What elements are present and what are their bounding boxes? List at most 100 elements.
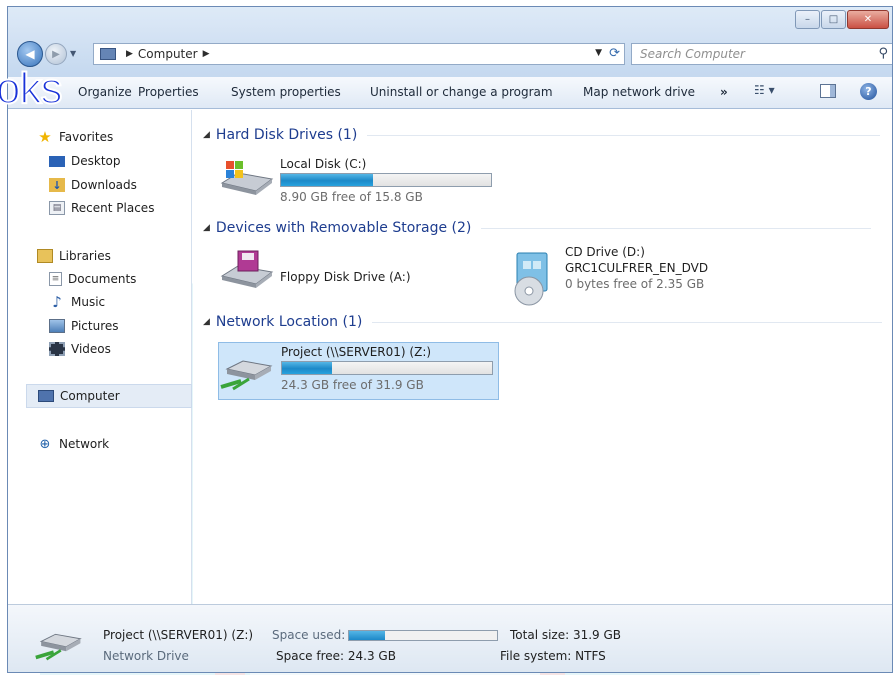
map-network-drive-button[interactable]: Map network drive	[583, 85, 695, 99]
group-hard-disk-drives[interactable]: ◢ Hard Disk Drives (1)	[203, 127, 881, 143]
properties-button[interactable]: Properties	[138, 85, 199, 99]
refresh-icon[interactable]: ⟳	[609, 46, 620, 61]
sidebar-item-label: Pictures	[71, 319, 119, 333]
search-placeholder: Search Computer	[640, 47, 745, 61]
drive-usage-fill	[281, 174, 374, 186]
sidebar-item-computer[interactable]: Computer	[26, 384, 192, 408]
drive-free-space: 8.90 GB free of 15.8 GB	[280, 190, 423, 204]
drive-c[interactable]: Local Disk (C:) 8.90 GB free of 15.8 GB	[218, 157, 508, 211]
group-network-location[interactable]: ◢ Network Location (1)	[203, 314, 883, 330]
navigation-pane: ★ Favorites Desktop ↓ Downloads ▤ Recent Pl…	[8, 110, 192, 604]
uninstall-button[interactable]: Uninstall or change a program	[370, 85, 553, 99]
cd-drive-icon	[514, 252, 548, 306]
drive-free-space: 0 bytes free of 2.35 GB	[565, 277, 705, 291]
computer-icon	[100, 48, 116, 60]
collapse-triangle-icon[interactable]: ◢	[203, 223, 210, 233]
music-icon: ♪	[52, 293, 62, 311]
sidebar-item-label: Favorites	[59, 130, 114, 144]
organize-button[interactable]: Organize	[78, 85, 132, 99]
floppy-drive-icon	[220, 250, 274, 288]
sidebar-item-label: Network	[59, 437, 110, 451]
details-type: Network Drive	[103, 649, 189, 663]
navigation-row: ◀ ▶ ▼ ▶ Computer ▶ ▼ ⟳ Search Computer ⚲	[13, 7, 892, 67]
documents-icon: ≡	[49, 272, 62, 286]
sidebar-item-label: Videos	[71, 342, 111, 356]
group-removable-storage[interactable]: ◢ Devices with Removable Storage (2)	[203, 220, 872, 236]
sidebar-item-documents[interactable]: ≡ Documents	[49, 272, 136, 286]
drive-name: Local Disk (C:)	[280, 157, 367, 171]
drive-z[interactable]: Project (\\SERVER01) (Z:) 24.3 GB free o…	[218, 342, 499, 400]
back-arrow-icon: ◀	[25, 47, 35, 61]
forward-button[interactable]: ▶	[45, 43, 67, 65]
drive-volume-label: GRC1CULFRER_EN_DVD	[565, 261, 709, 275]
libraries-icon	[37, 249, 53, 263]
star-icon: ★	[38, 128, 52, 146]
sidebar-item-network[interactable]: ⊕ Network	[37, 436, 110, 452]
drive-free-space: 24.3 GB free of 31.9 GB	[281, 378, 424, 392]
details-total-size: Total size: 31.9 GB	[510, 628, 622, 642]
network-drive-icon	[220, 360, 273, 391]
space-used-fill	[349, 631, 385, 640]
network-icon: ⊕	[39, 436, 51, 452]
group-header: Devices with Removable Storage (2)	[215, 220, 472, 236]
breadcrumb-chevron-icon[interactable]: ▶	[203, 49, 210, 59]
title-bar: – □ ✕ ◀ ▶ ▼ ▶ Computer ▶ ▼ ⟳ Search Comp…	[8, 7, 892, 77]
search-input[interactable]: Search Computer ⚲	[631, 43, 892, 65]
address-bar[interactable]: ▶ Computer ▶ ▼ ⟳	[93, 43, 625, 65]
sidebar-item-desktop[interactable]: Desktop	[49, 154, 121, 168]
details-space-used: Space used:	[272, 628, 499, 642]
drive-usage-fill	[282, 362, 333, 374]
sidebar-item-label: Documents	[68, 272, 137, 286]
sidebar-item-label: Computer	[60, 389, 120, 403]
sidebar-item-label: Music	[71, 295, 106, 309]
computer-icon	[38, 390, 54, 402]
search-icon[interactable]: ⚲	[878, 46, 888, 61]
recent-pages-dropdown[interactable]: ▼	[70, 49, 76, 58]
breadcrumb-computer[interactable]: Computer	[138, 47, 198, 61]
help-icon[interactable]: ?	[860, 83, 877, 100]
drive-a[interactable]: Floppy Disk Drive (A:)	[218, 250, 468, 304]
details-pane: Project (\\SERVER01) (Z:) Network Drive …	[8, 604, 892, 672]
drive-name: Floppy Disk Drive (A:)	[280, 270, 411, 284]
drive-usage-bar	[281, 361, 493, 375]
details-file-system: File system: NTFS	[500, 649, 606, 663]
sidebar-item-label: Libraries	[59, 249, 111, 263]
breadcrumb-separator-icon: ▶	[126, 49, 133, 59]
command-bar: Organize Properties System properties Un…	[8, 77, 892, 109]
drive-d[interactable]: CD Drive (D:) GRC1CULFRER_EN_DVD 0 bytes…	[503, 245, 763, 306]
sidebar-item-recent-places[interactable]: ▤ Recent Places	[49, 201, 154, 215]
drive-name: Project (\\SERVER01) (Z:)	[281, 345, 432, 359]
sidebar-item-videos[interactable]: Videos	[49, 342, 111, 356]
collapse-triangle-icon[interactable]: ◢	[203, 130, 210, 140]
group-divider	[481, 227, 872, 229]
group-divider	[372, 321, 883, 323]
desktop-icon	[49, 155, 65, 167]
drive-name: CD Drive (D:)	[565, 245, 645, 259]
preview-pane-icon[interactable]	[820, 84, 836, 98]
system-properties-button[interactable]: System properties	[231, 85, 341, 99]
sidebar-item-label: Downloads	[71, 178, 137, 192]
collapse-triangle-icon[interactable]: ◢	[203, 317, 210, 327]
local-disk-icon	[220, 161, 274, 195]
sidebar-item-libraries[interactable]: Libraries	[37, 249, 111, 263]
drive-z-content: Project (\\SERVER01) (Z:) 24.3 GB free o…	[219, 345, 509, 399]
space-used-label: Space used:	[272, 628, 346, 642]
group-divider	[367, 134, 881, 136]
content-pane: ◢ Hard Disk Drives (1) Local Disk (C:) 8.…	[193, 110, 892, 604]
more-commands-button[interactable]: »	[720, 85, 728, 99]
forward-arrow-icon: ▶	[52, 48, 60, 60]
explorer-window: – □ ✕ ◀ ▶ ▼ ▶ Computer ▶ ▼ ⟳ Search Comp…	[7, 6, 893, 673]
change-view-icon[interactable]: ☷ ▾	[754, 83, 775, 97]
details-name: Project (\\SERVER01) (Z:)	[103, 628, 254, 642]
sidebar-item-favorites[interactable]: ★ Favorites	[37, 128, 114, 146]
group-header: Hard Disk Drives (1)	[215, 127, 358, 143]
sidebar-item-label: Recent Places	[71, 201, 155, 215]
sidebar-item-music[interactable]: ♪ Music	[49, 293, 106, 311]
downloads-icon: ↓	[49, 178, 65, 192]
recent-places-icon: ▤	[49, 201, 65, 215]
address-dropdown-icon[interactable]: ▼	[595, 48, 602, 58]
group-header: Network Location (1)	[215, 314, 363, 330]
pictures-icon	[49, 319, 65, 333]
sidebar-item-downloads[interactable]: ↓ Downloads	[49, 178, 137, 192]
sidebar-item-pictures[interactable]: Pictures	[49, 319, 119, 333]
